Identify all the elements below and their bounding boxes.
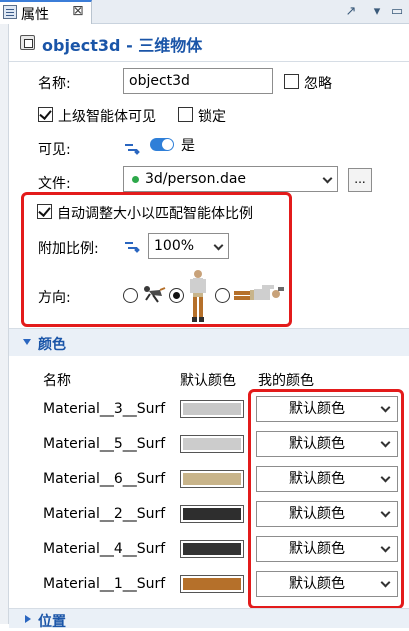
collapse-icon [25, 615, 31, 623]
chevron-down-icon [213, 240, 224, 251]
position-section-header[interactable]: 位置 [9, 608, 409, 630]
visible-label: 可见: [38, 142, 71, 158]
my-color-value: 默认颜色 [289, 541, 345, 557]
autoscale-label: 自动调整大小以匹配智能体比例 [57, 206, 253, 222]
chevron-down-icon [380, 577, 391, 588]
browse-button[interactable]: ... [348, 168, 372, 192]
my-color-select[interactable]: 默认颜色 [256, 431, 398, 457]
autoscale-checkbox[interactable] [37, 204, 52, 219]
col-default-header: 默认颜色 [180, 373, 236, 389]
default-color-swatch [180, 435, 244, 453]
direction-label: 方向: [38, 290, 71, 306]
view-menu-icon[interactable]: ▾ [368, 3, 386, 20]
object3d-icon [20, 35, 35, 50]
scale-select[interactable]: 100% [148, 233, 229, 259]
dynamic-value-icon[interactable] [125, 141, 141, 155]
file-status-icon [132, 176, 139, 183]
page-title: object3d - 三维物体 [42, 36, 203, 55]
tab-properties-label: 属性 [21, 7, 49, 23]
left-edge [0, 24, 9, 624]
tab-properties[interactable]: 属性 ⊠ [0, 0, 92, 24]
material-name: Material__2__Surf [43, 506, 166, 522]
default-color-swatch [180, 540, 244, 558]
material-name: Material__3__Surf [43, 401, 166, 417]
file-label: 文件: [38, 176, 71, 192]
direction-radio-front[interactable] [169, 288, 184, 303]
person-facing-left-icon [144, 286, 166, 303]
chevron-down-icon [322, 173, 333, 184]
my-color-select[interactable]: 默认颜色 [256, 501, 398, 527]
chevron-down-icon [380, 542, 391, 553]
pin-icon[interactable]: ↗ [342, 3, 360, 20]
col-name-header: 名称 [43, 373, 71, 389]
default-color-swatch [180, 575, 244, 593]
position-section-title: 位置 [38, 614, 66, 630]
scale-label: 附加比例: [38, 241, 99, 257]
close-icon[interactable]: ⊠ [72, 3, 84, 19]
my-color-value: 默认颜色 [289, 506, 345, 522]
material-name: Material__4__Surf [43, 541, 166, 557]
col-mine-header: 我的颜色 [258, 373, 314, 389]
name-field[interactable]: object3d [123, 68, 273, 94]
my-color-value: 默认颜色 [289, 576, 345, 592]
color-section-title: 颜色 [38, 337, 66, 353]
view-tab-bar: 属性 ⊠ ↗ ▾ ▭ [0, 0, 409, 24]
visible-toggle[interactable] [150, 138, 174, 151]
person-lying-icon [234, 285, 284, 300]
file-value: 3d/person.dae [145, 171, 247, 187]
chevron-down-icon [380, 437, 391, 448]
my-color-select[interactable]: 默认颜色 [256, 571, 398, 597]
default-color-swatch [180, 400, 244, 418]
properties-icon [3, 5, 17, 19]
person-front-icon [190, 270, 206, 322]
file-select[interactable]: 3d/person.dae [123, 166, 338, 192]
dynamic-value-icon[interactable] [125, 239, 141, 253]
chevron-down-icon [380, 472, 391, 483]
my-color-value: 默认颜色 [289, 471, 345, 487]
material-name: Material__1__Surf [43, 576, 166, 592]
my-color-select[interactable]: 默认颜色 [256, 536, 398, 562]
my-color-select[interactable]: 默认颜色 [256, 396, 398, 422]
material-name: Material__6__Surf [43, 471, 166, 487]
parent-visible-checkbox[interactable] [38, 107, 53, 122]
material-name: Material__5__Surf [43, 436, 166, 452]
my-color-select[interactable]: 默认颜色 [256, 466, 398, 492]
color-section-header[interactable]: 颜色 [9, 328, 409, 356]
minimize-icon[interactable]: ▭ [388, 3, 406, 20]
default-color-swatch [180, 505, 244, 523]
scale-value: 100% [154, 238, 195, 254]
chevron-down-icon [380, 402, 391, 413]
lock-checkbox[interactable] [178, 107, 193, 122]
lock-label: 锁定 [198, 109, 226, 125]
expand-icon [23, 339, 31, 345]
parent-visible-label: 上级智能体可见 [58, 109, 156, 125]
my-color-value: 默认颜色 [289, 401, 345, 417]
chevron-down-icon [380, 507, 391, 518]
properties-header: object3d - 三维物体 [9, 24, 409, 62]
ignore-label: 忽略 [304, 76, 332, 92]
direction-radio-right[interactable] [215, 288, 230, 303]
name-label: 名称: [38, 76, 71, 92]
ignore-checkbox[interactable] [284, 74, 299, 89]
my-color-value: 默认颜色 [289, 436, 345, 452]
visible-value: 是 [181, 138, 195, 154]
direction-radio-left[interactable] [123, 288, 138, 303]
default-color-swatch [180, 470, 244, 488]
